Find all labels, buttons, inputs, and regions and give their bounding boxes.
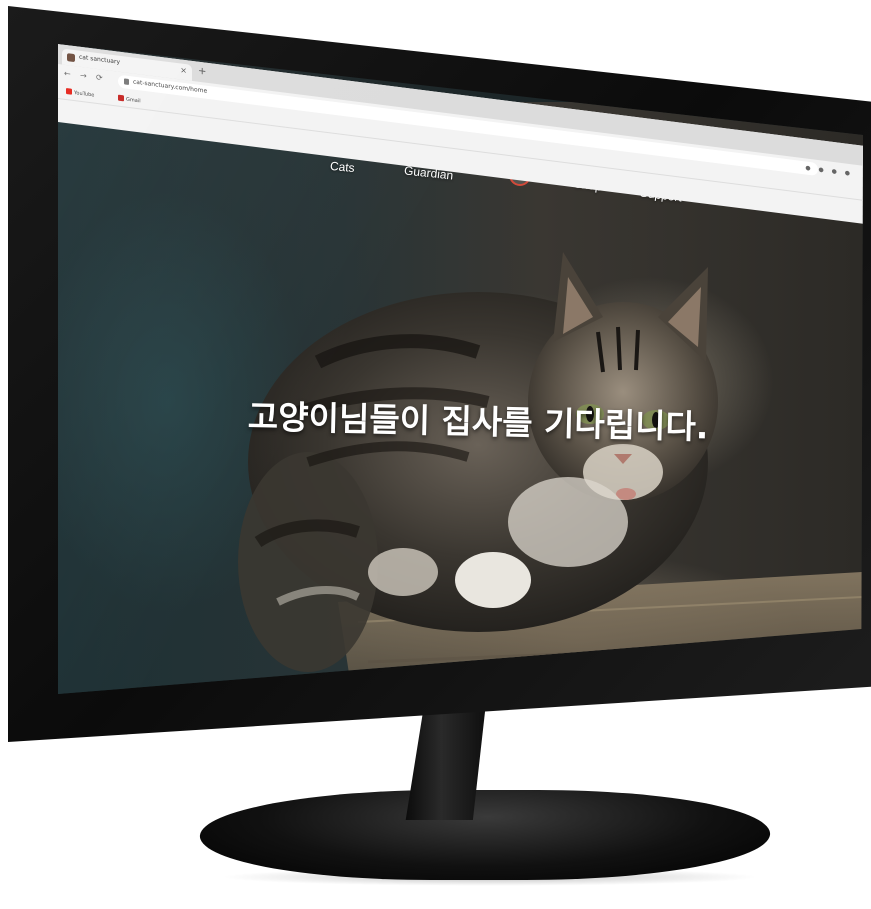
favicon-icon (67, 53, 75, 63)
bookmark-youtube[interactable]: YouTube (66, 88, 94, 99)
monitor-stand-base (193, 790, 777, 880)
youtube-icon (66, 88, 72, 95)
new-tab-button[interactable]: + (198, 66, 206, 78)
bookmark-label: Gmail (126, 96, 141, 105)
tab-title: cat sanctuary (79, 53, 120, 66)
bookmark-label: YouTube (74, 90, 95, 99)
gmail-icon (118, 94, 124, 102)
reload-icon[interactable]: ⟳ (96, 73, 103, 83)
monitor-screen: Cats Guardian Shop Support 고양이님들이 집사를 기다… (58, 44, 863, 694)
extension-icons[interactable]: ● ● ● ● (805, 164, 853, 177)
close-icon[interactable]: × (180, 65, 187, 75)
lock-icon (124, 78, 129, 85)
nav-link-cats[interactable]: Cats (329, 159, 355, 175)
url-text: cat-sanctuary.com/home (133, 78, 208, 95)
bookmark-gmail[interactable]: Gmail (118, 94, 141, 105)
forward-icon[interactable]: → (80, 71, 87, 81)
product-photo: Cats Guardian Shop Support 고양이님들이 집사를 기다… (0, 0, 871, 909)
monitor: Cats Guardian Shop Support 고양이님들이 집사를 기다… (0, 0, 871, 909)
back-icon[interactable]: ← (64, 69, 71, 79)
